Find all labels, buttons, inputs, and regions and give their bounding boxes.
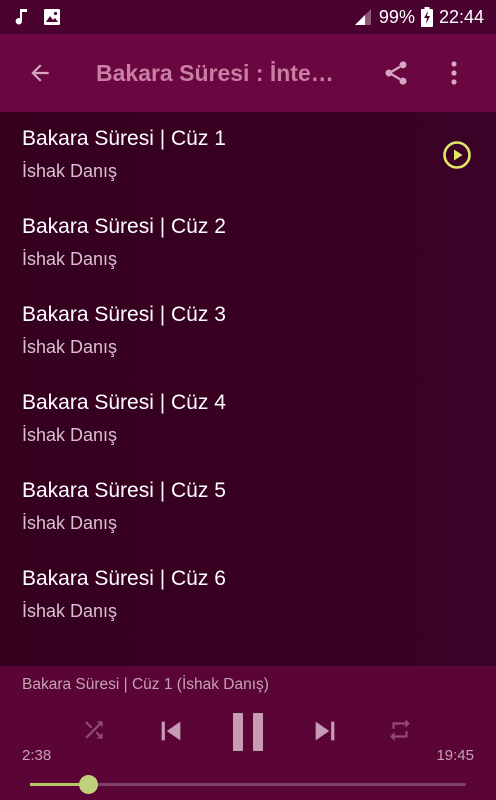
back-arrow-icon — [31, 64, 49, 82]
status-left — [12, 7, 62, 27]
repeat-button[interactable] — [386, 716, 414, 744]
seek-bar[interactable] — [30, 775, 466, 794]
track-title: Bakara Süresi | Cüz 1 — [22, 127, 226, 150]
skip-next-icon — [315, 721, 335, 741]
play-circle-icon[interactable] — [442, 140, 472, 170]
shuffle-icon — [85, 721, 103, 739]
image-icon — [44, 9, 60, 25]
skip-previous-icon — [161, 721, 181, 741]
track-title: Bakara Süresi | Cüz 2 — [22, 215, 226, 238]
share-icon — [385, 61, 407, 85]
more-vert-icon — [451, 61, 457, 85]
track-artist: İshak Danış — [22, 249, 118, 269]
next-button[interactable] — [308, 714, 342, 748]
track-list[interactable]: Bakara Süresi | Cüz 1 İshak Danış Bakara… — [0, 112, 496, 666]
status-right: 99% 22:44 — [353, 7, 484, 28]
music-note-icon — [15, 9, 27, 25]
current-time: 2:38 — [22, 747, 52, 764]
track-artist: İshak Danış — [22, 513, 118, 533]
track-title: Bakara Süresi | Cüz 4 — [22, 391, 226, 414]
duration-time: 19:45 — [436, 747, 474, 764]
pause-icon — [233, 713, 263, 751]
track-item[interactable]: Bakara Süresi | Cüz 6 İshak Danış — [0, 552, 496, 640]
player-bar: Bakara Süresi | Cüz 1 (İshak Danış) 2:38… — [0, 666, 496, 800]
more-options-button[interactable] — [434, 53, 474, 93]
track-artist: İshak Danış — [22, 425, 118, 445]
player-controls — [0, 708, 496, 760]
back-button[interactable] — [20, 53, 60, 93]
shuffle-button[interactable] — [80, 716, 108, 744]
track-artist: İshak Danış — [22, 601, 118, 621]
track-title: Bakara Süresi | Cüz 5 — [22, 479, 226, 502]
seek-thumb[interactable] — [78, 775, 98, 794]
track-item[interactable]: Bakara Süresi | Cüz 5 İshak Danış — [0, 464, 496, 552]
signal-icon — [354, 9, 371, 25]
status-bar: 99% 22:44 — [0, 0, 496, 34]
page-title: Bakara Süresi : İnte… — [96, 59, 334, 86]
now-playing-label: Bakara Süresi | Cüz 1 (İshak Danış) — [22, 676, 269, 693]
track-title: Bakara Süresi | Cüz 6 — [22, 567, 226, 590]
battery-percent: 99% — [378, 6, 415, 27]
share-button[interactable] — [376, 53, 416, 93]
app-bar: Bakara Süresi : İnte… — [0, 34, 496, 112]
track-artist: İshak Danış — [22, 337, 118, 357]
track-item[interactable]: Bakara Süresi | Cüz 1 İshak Danış — [0, 112, 496, 200]
pause-button[interactable] — [226, 708, 270, 756]
track-artist: İshak Danış — [22, 161, 118, 181]
previous-button[interactable] — [154, 714, 188, 748]
track-item[interactable]: Bakara Süresi | Cüz 3 İshak Danış — [0, 288, 496, 376]
status-time: 22:44 — [438, 6, 484, 27]
battery-charging-icon — [420, 7, 433, 27]
track-title: Bakara Süresi | Cüz 3 — [22, 303, 226, 326]
track-item[interactable]: Bakara Süresi | Cüz 2 İshak Danış — [0, 200, 496, 288]
track-item[interactable]: Bakara Süresi | Cüz 4 İshak Danış — [0, 376, 496, 464]
repeat-icon — [390, 719, 410, 741]
